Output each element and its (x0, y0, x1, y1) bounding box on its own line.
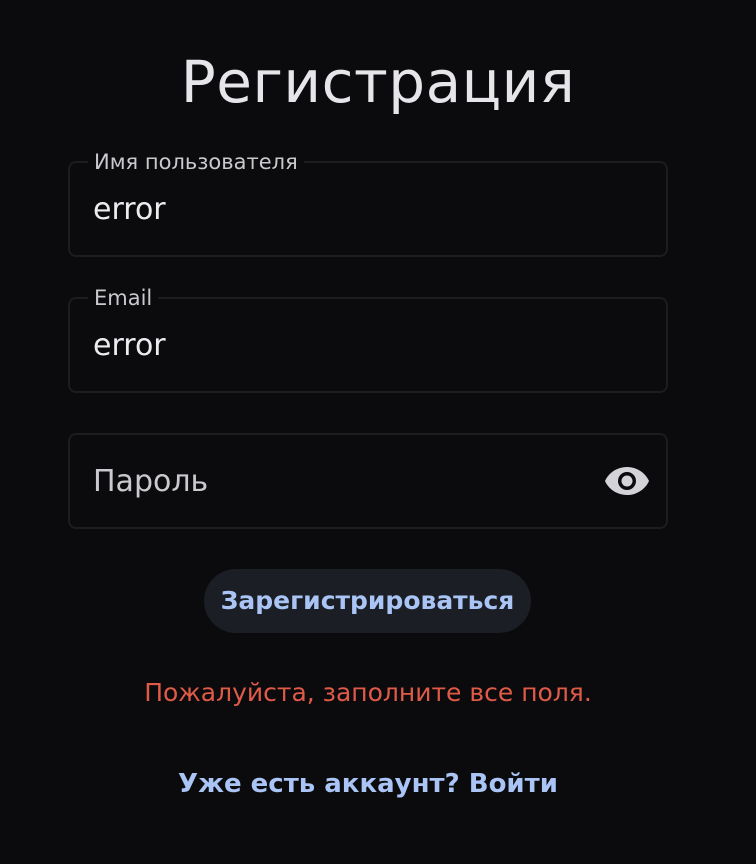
register-button[interactable]: Зарегистрироваться (204, 569, 531, 633)
password-field[interactable]: Пароль (68, 433, 668, 529)
login-link[interactable]: Уже есть аккаунт? Войти (0, 766, 736, 802)
email-label: Email (88, 285, 159, 311)
username-label: Имя пользователя (88, 149, 304, 175)
email-field[interactable]: Email error (68, 285, 668, 393)
registration-page: Регистрация Имя пользователя error Email… (0, 0, 756, 864)
username-input[interactable]: error (93, 191, 593, 229)
username-field[interactable]: Имя пользователя error (68, 149, 668, 257)
password-placeholder[interactable]: Пароль (93, 463, 208, 501)
error-message: Пожалуйста, заполните все поля. (144, 678, 592, 707)
email-input[interactable]: error (93, 327, 593, 365)
eye-icon[interactable] (604, 465, 650, 497)
page-title: Регистрация (180, 48, 576, 116)
